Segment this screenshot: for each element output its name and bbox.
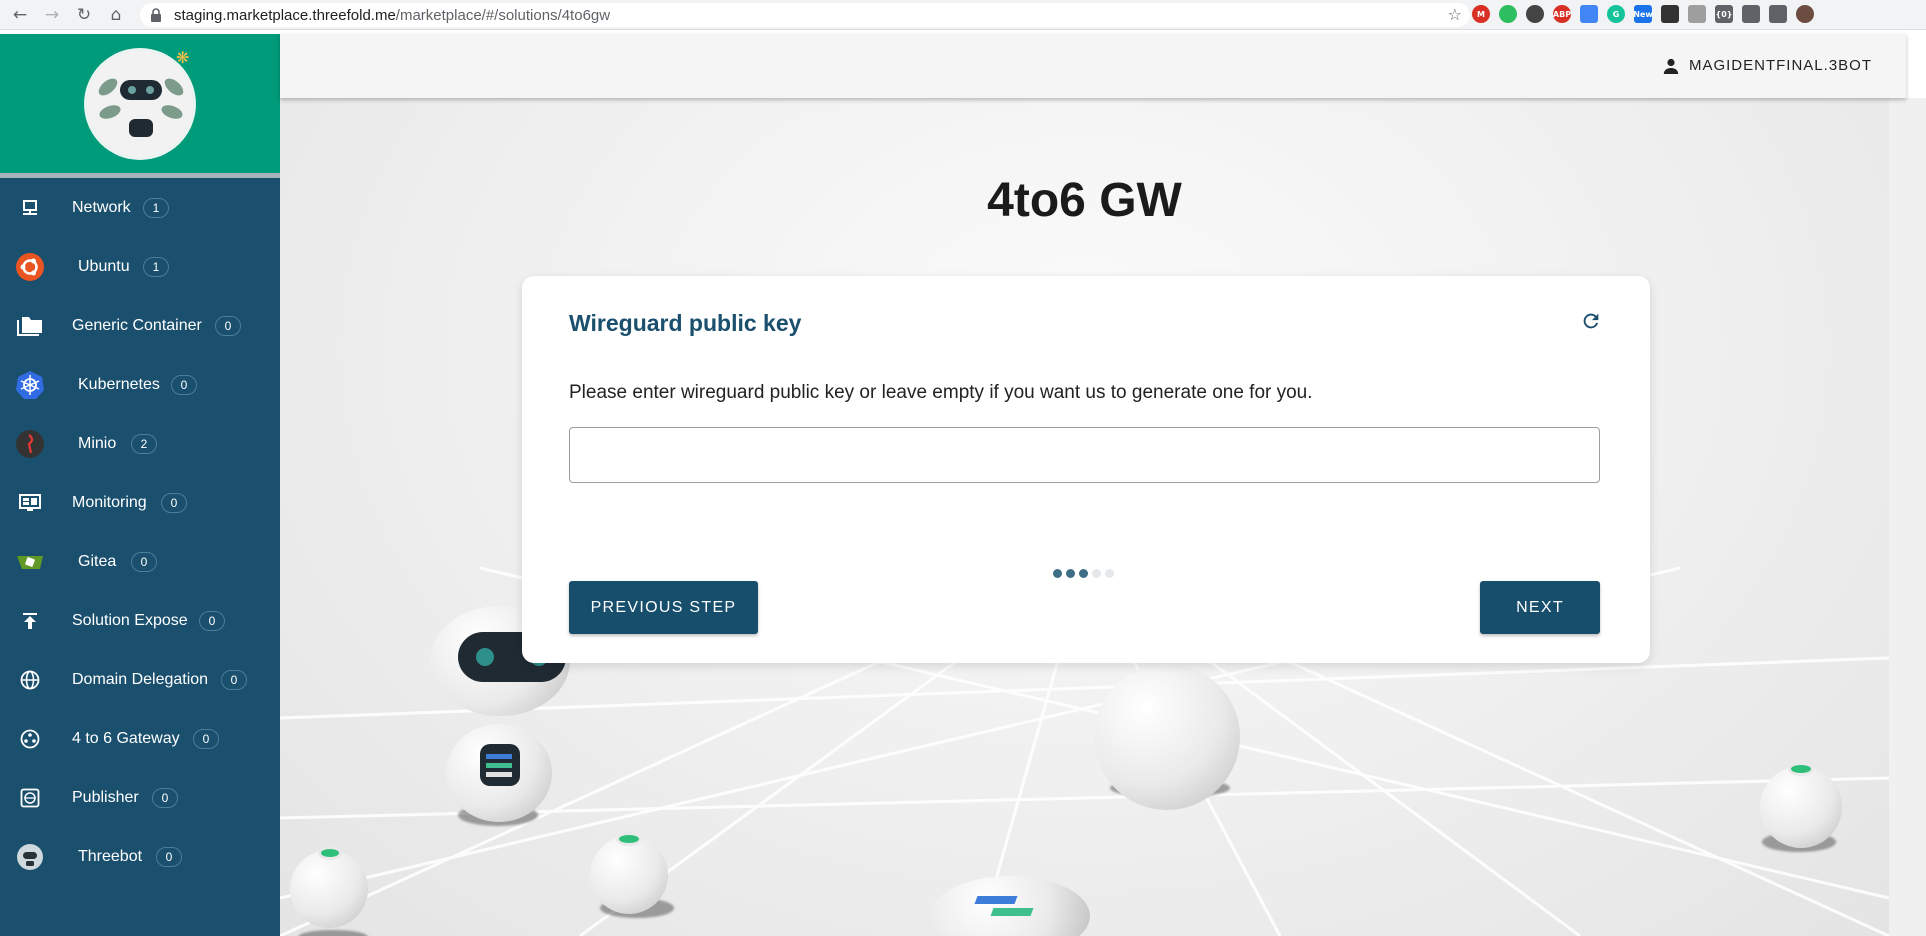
sidebar-item-label: Domain Delegation — [72, 670, 209, 688]
network-icon — [15, 193, 45, 223]
gmail-icon[interactable]: M — [1472, 5, 1490, 23]
refresh-icon[interactable] — [1580, 310, 1602, 332]
user-icon — [1663, 58, 1679, 74]
sidebar-item-network[interactable]: Network 1 — [0, 178, 280, 237]
ubuntu-icon — [15, 252, 45, 282]
sidebar-item-label: Monitoring — [72, 493, 147, 511]
count-badge: 1 — [143, 256, 169, 277]
new-extension-icon[interactable]: New — [1633, 5, 1653, 23]
bookmark-star-icon[interactable]: ☆ — [1448, 5, 1462, 24]
social-icon[interactable] — [1526, 5, 1544, 23]
globe-icon — [15, 665, 45, 695]
upload-icon — [15, 606, 45, 636]
bird-icon[interactable] — [1661, 5, 1679, 23]
url-path: /marketplace/#/solutions/4to6gw — [395, 6, 611, 24]
url-host: staging.marketplace.threefold.me — [174, 6, 396, 24]
sidebar-item-solution-expose[interactable]: Solution Expose 0 — [0, 591, 280, 650]
sidebar-item-label: 4 to 6 Gateway — [72, 729, 180, 747]
reading-list-icon[interactable] — [1769, 5, 1787, 23]
step-dot — [1079, 569, 1088, 578]
sidebar-item-label: Ubuntu — [78, 257, 130, 275]
step-title: Wireguard public key — [569, 310, 802, 336]
sidebar-item-4-to-6-gateway[interactable]: 4 to 6 Gateway 0 — [0, 709, 280, 768]
ext-gray-icon[interactable] — [1688, 5, 1706, 23]
evernote-icon[interactable] — [1499, 5, 1517, 23]
sidebar-item-label: Kubernetes — [78, 375, 160, 393]
butterfly-icon: ❋ — [176, 48, 190, 67]
wireguard-public-key-input[interactable] — [569, 427, 1600, 483]
count-badge: 0 — [131, 551, 157, 572]
folder-icon — [15, 311, 45, 341]
minio-icon — [15, 429, 45, 459]
count-badge: 0 — [171, 374, 197, 395]
sidebar-item-label: Threebot — [78, 847, 143, 865]
sidebar-item-publisher[interactable]: Publisher 0 — [0, 768, 280, 827]
monitor-icon — [15, 488, 45, 518]
sidebar-item-minio[interactable]: Minio 2 — [0, 414, 280, 473]
reload-icon[interactable]: ↻ — [72, 3, 96, 27]
count-badge: 2 — [131, 433, 157, 454]
address-bar[interactable]: staging.marketplace.threefold.me/marketp… — [140, 3, 1470, 27]
top-app-bar: MAGIDENTFINAL.3BOT — [280, 34, 1906, 98]
page-title: 4to6 GW — [987, 174, 1182, 227]
username-label: MAGIDENTFINAL.3BOT — [1688, 57, 1872, 74]
browser-toolbar: ← → ↻ ⌂ staging.marketplace.threefold.me… — [0, 0, 1926, 30]
main-content: 4to6 GW Wireguard public key Please ente… — [280, 98, 1889, 936]
sidebar-item-threebot[interactable]: Threebot 0 — [0, 827, 280, 886]
count-badge: 1 — [143, 197, 169, 218]
sidebar-header: ❋ — [0, 34, 280, 178]
sidebar-item-label: Gitea — [78, 552, 117, 570]
step-dot — [1105, 569, 1114, 578]
extensions-bar: M ABP G New {0} — [1472, 5, 1814, 23]
count-badge: 0 — [215, 315, 241, 336]
count-badge: 0 — [152, 787, 178, 808]
sidebar-item-label: Network — [72, 198, 131, 216]
threebot-icon — [15, 842, 45, 872]
adblock-icon[interactable]: ABP — [1553, 5, 1571, 23]
sidebar-item-gitea[interactable]: Gitea 0 — [0, 532, 280, 591]
count-badge: 0 — [156, 846, 182, 867]
step-prompt: Please enter wireguard public key or lea… — [569, 382, 1313, 403]
sidebar-item-ubuntu[interactable]: Ubuntu 1 — [0, 237, 280, 296]
wizard-step-card: Wireguard public key Please enter wiregu… — [522, 276, 1650, 663]
grammarly-icon[interactable]: G — [1607, 5, 1625, 23]
sidebar-item-label: Minio — [78, 434, 117, 452]
profile-icon[interactable] — [1796, 5, 1814, 23]
kubernetes-icon — [15, 370, 45, 400]
scrollbar[interactable] — [1889, 98, 1926, 936]
count-badge: 0 — [199, 610, 225, 631]
step-dot — [1066, 569, 1075, 578]
sidebar-item-domain-delegation[interactable]: Domain Delegation 0 — [0, 650, 280, 709]
count-badge: 0 — [221, 669, 247, 690]
publisher-icon — [15, 783, 45, 813]
step-dot — [1092, 569, 1101, 578]
sidebar-item-label: Publisher — [72, 788, 139, 806]
next-button[interactable]: NEXT — [1480, 581, 1600, 634]
sidebar-item-monitoring[interactable]: Monitoring 0 — [0, 473, 280, 532]
previous-step-button[interactable]: PREVIOUS STEP — [569, 581, 758, 634]
gitea-icon — [15, 547, 45, 577]
sidebar-item-label: Generic Container — [72, 316, 202, 334]
lock-icon — [150, 8, 164, 22]
count-badge: 0 — [193, 728, 219, 749]
window-icon[interactable] — [1580, 5, 1598, 23]
sidebar-item-label: Solution Expose — [72, 611, 188, 629]
sidebar-item-generic-container[interactable]: Generic Container 0 — [0, 296, 280, 355]
count-badge: 0 — [161, 492, 187, 513]
step-dot — [1053, 569, 1062, 578]
back-icon[interactable]: ← — [8, 3, 32, 27]
home-icon[interactable]: ⌂ — [104, 3, 128, 27]
gateway-icon — [15, 724, 45, 754]
user-menu[interactable]: MAGIDENTFINAL.3BOT — [1663, 57, 1872, 74]
puzzle-icon[interactable] — [1742, 5, 1760, 23]
solutions-menu: Network 1 Ubuntu 1 Generic Container 0 Kuberne… — [0, 178, 280, 886]
forward-icon[interactable]: → — [40, 3, 64, 27]
step-progress — [1053, 569, 1114, 578]
sidebar-item-kubernetes[interactable]: Kubernetes 0 — [0, 355, 280, 414]
sidebar: ❋ Network 1 Ubuntu 1 Generic Container 0 Kuber… — [0, 34, 280, 936]
json-icon[interactable]: {0} — [1715, 5, 1733, 23]
